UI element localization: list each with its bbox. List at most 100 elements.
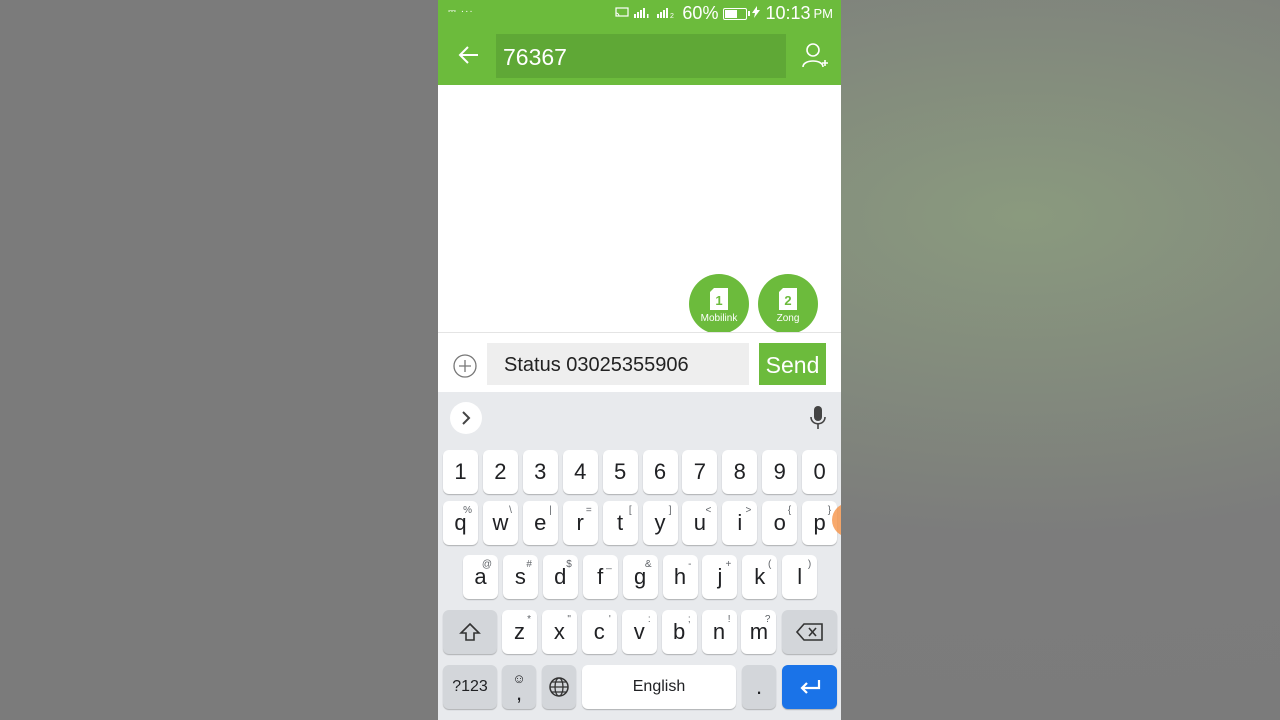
notification-icons: ⎓ ···: [448, 6, 474, 17]
key-g[interactable]: g &: [622, 555, 658, 599]
key-c[interactable]: c ': [581, 610, 617, 654]
microphone-icon[interactable]: [809, 406, 827, 430]
key-2[interactable]: 2: [482, 450, 518, 494]
key-6[interactable]: 6: [642, 450, 678, 494]
key-x-label: x: [553, 619, 565, 644]
key-s-symbol: #: [526, 559, 532, 570]
key-4-label: 4: [574, 459, 587, 484]
key-n[interactable]: n!: [701, 610, 737, 654]
key-b-symbol: ;: [687, 614, 691, 625]
key-i-symbol: >: [745, 505, 752, 516]
phone-screen: ⎓ ··· 2 60% 10:13 PM 76367 1 Mobilink 2 …: [438, 0, 841, 720]
send-button[interactable]: Send: [759, 343, 826, 385]
message-input[interactable]: Status 03025355906: [487, 343, 749, 385]
key-a[interactable]: a @: [463, 555, 498, 599]
key-h[interactable]: h-: [662, 555, 698, 599]
key-i[interactable]: i >: [722, 501, 758, 545]
key-y-symbol: ]: [668, 505, 672, 516]
key-5[interactable]: 5: [602, 450, 638, 494]
key-3-label: 3: [534, 459, 547, 484]
language-key[interactable]: [542, 665, 576, 709]
key-d-label: d: [554, 564, 567, 589]
key-r[interactable]: r =: [562, 501, 598, 545]
key-7[interactable]: 7: [682, 450, 718, 494]
key-j[interactable]: j +: [702, 555, 738, 599]
key-v-label: v: [633, 619, 645, 644]
key-x[interactable]: x ": [541, 610, 577, 654]
backspace-icon: [795, 623, 823, 641]
key-v[interactable]: v:: [621, 610, 657, 654]
key-8[interactable]: 8: [722, 450, 758, 494]
key-h-symbol: -: [688, 559, 692, 570]
key-f[interactable]: f _: [582, 555, 618, 599]
key-l[interactable]: l): [782, 555, 818, 599]
key-m-symbol: ?: [764, 614, 771, 625]
key-1-label: 1: [454, 459, 467, 484]
battery-icon: [723, 7, 751, 20]
expand-toolbar-icon[interactable]: [450, 402, 482, 434]
recipient-field[interactable]: 76367: [496, 34, 786, 78]
emoji-comma-key[interactable]: ☺ ,: [502, 665, 536, 709]
key-5-label: 5: [613, 459, 627, 484]
comma-label: ,: [515, 680, 523, 705]
key-q[interactable]: q%: [443, 501, 478, 545]
key-o-label: o: [773, 510, 786, 535]
key-s[interactable]: s #: [502, 555, 538, 599]
space-key[interactable]: English: [582, 665, 736, 709]
key-z-symbol: *: [527, 614, 531, 625]
key-b[interactable]: b;: [661, 610, 697, 654]
back-arrow-icon[interactable]: [454, 40, 484, 70]
cast-icon: [615, 7, 630, 20]
symbols-key[interactable]: ?123: [443, 665, 497, 709]
sim2-button[interactable]: 2 Zong: [758, 274, 818, 334]
key-k[interactable]: k(: [742, 555, 778, 599]
shift-key[interactable]: [443, 610, 497, 654]
key-d[interactable]: d $: [542, 555, 578, 599]
sim2-label: Zong: [776, 313, 800, 324]
key-9[interactable]: 9: [762, 450, 798, 494]
key-c-symbol: ': [608, 614, 611, 625]
svg-text:2: 2: [670, 13, 674, 18]
key-u-label: u: [693, 510, 707, 535]
key-w[interactable]: w \: [482, 501, 518, 545]
key-3[interactable]: 3: [522, 450, 558, 494]
key-x-symbol: ": [567, 614, 571, 625]
key-0-label: 0: [813, 459, 826, 484]
key-k-symbol: (: [767, 559, 772, 570]
key-0[interactable]: 0: [802, 450, 838, 494]
key-w-symbol: \: [509, 505, 512, 516]
key-s-label: s: [514, 564, 526, 589]
signal-sim2-icon: 2: [657, 6, 677, 21]
message-thread: 1 Mobilink 2 Zong: [438, 85, 841, 334]
key-f-label: f: [597, 564, 604, 589]
key-4[interactable]: 4: [562, 450, 598, 494]
key-z[interactable]: z *: [502, 610, 537, 654]
key-j-symbol: +: [725, 559, 732, 570]
key-n-symbol: !: [727, 614, 731, 625]
key-d-symbol: $: [566, 559, 572, 570]
key-t[interactable]: t[: [602, 501, 638, 545]
key-w-label: w: [492, 510, 509, 535]
key-u[interactable]: u <: [682, 501, 718, 545]
enter-key[interactable]: [782, 665, 837, 709]
key-7-label: 7: [693, 459, 707, 484]
backspace-key[interactable]: [782, 610, 837, 654]
sim1-label: Mobilink: [700, 313, 738, 324]
sim1-number: 1: [715, 293, 722, 308]
background-left: [0, 0, 438, 720]
period-key[interactable]: .: [742, 665, 776, 709]
key-k-label: k: [754, 564, 766, 589]
key-n-label: n: [712, 619, 726, 644]
key-g-symbol: &: [644, 559, 652, 570]
status-right: 2 60% 10:13 PM: [615, 3, 833, 24]
key-q-symbol: %: [463, 505, 472, 516]
key-1[interactable]: 1: [443, 450, 478, 494]
key-e[interactable]: e |: [522, 501, 558, 545]
key-m[interactable]: m?: [741, 610, 777, 654]
add-attachment-icon[interactable]: [453, 354, 477, 378]
key-y[interactable]: y]: [642, 501, 678, 545]
add-contact-icon[interactable]: [801, 41, 829, 71]
key-o[interactable]: o{: [762, 501, 798, 545]
charging-icon: [752, 6, 761, 21]
sim1-button[interactable]: 1 Mobilink: [689, 274, 749, 334]
